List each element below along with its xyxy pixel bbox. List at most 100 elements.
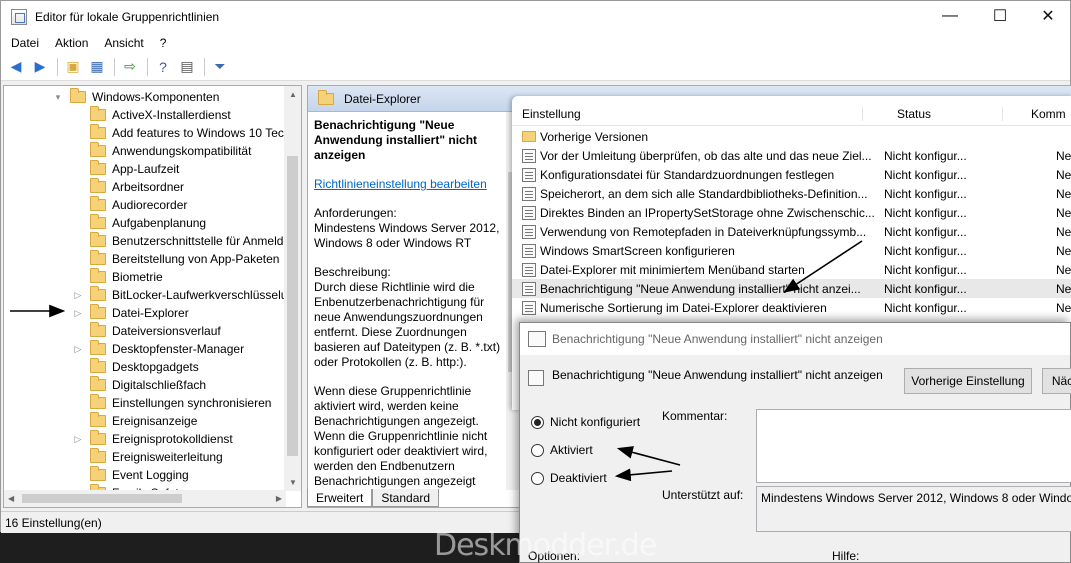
list-item[interactable]: Benachrichtigung "Neue Anwendung install… (512, 279, 1071, 298)
close-button[interactable]: ✕ (1025, 1, 1071, 31)
app-icon (11, 9, 27, 25)
scroll-thumb[interactable] (22, 494, 182, 503)
list-item[interactable]: Direktes Binden an IPropertySetStorage o… (512, 203, 1071, 222)
expander-icon[interactable]: ▷ (72, 344, 84, 355)
list-item[interactable]: Verwendung von Remotepfaden in Dateiverk… (512, 222, 1071, 241)
tree-node[interactable]: Ereignisweiterleitung (72, 448, 223, 466)
tree-horizontal-scrollbar[interactable]: ◀ ▶ (4, 490, 286, 507)
window-title: Editor für lokale Gruppenrichtlinien (35, 10, 220, 24)
minimize-button[interactable]: — (927, 1, 973, 31)
tree-node[interactable]: Benutzerschnittstelle für Anmelde (72, 232, 290, 250)
expander-icon[interactable]: ▾ (52, 92, 64, 103)
tree-node-label: ActiveX-Installerdienst (112, 108, 231, 122)
radio-enabled[interactable]: Aktiviert (531, 443, 593, 457)
setting-comment: Ne (1056, 300, 1071, 315)
list-item[interactable]: Datei-Explorer mit minimiertem Menüband … (512, 260, 1071, 279)
tree-node[interactable]: ▷ Datei-Explorer (72, 304, 189, 322)
tree-node[interactable]: Ereignisanzeige (72, 412, 197, 430)
setting-name: Numerische Sortierung im Datei-Explorer … (540, 300, 827, 315)
column-setting[interactable]: Einstellung (512, 107, 862, 121)
expander-icon[interactable]: ▷ (72, 308, 84, 319)
radio-not-configured[interactable]: Nicht konfiguriert (531, 415, 640, 429)
menu-aktion[interactable]: Aktion (49, 36, 94, 50)
properties-icon[interactable]: ▤ (176, 56, 198, 78)
help-icon[interactable]: ? (152, 56, 174, 78)
tree-node[interactable]: Event Logging (72, 466, 189, 484)
list-item[interactable]: Speicherort, an dem sich alle Standardbi… (512, 184, 1071, 203)
tree-node[interactable]: Einstellungen synchronisieren (72, 394, 271, 412)
radio-disabled[interactable]: Deaktiviert (531, 471, 607, 485)
list-item[interactable]: Vorherige Versionen (512, 127, 1071, 146)
tree-vertical-scrollbar[interactable]: ▲ ▼ (284, 86, 301, 491)
requirements-text: Mindestens Windows Server 2012, Windows … (314, 221, 500, 250)
setting-comment: Ne (1056, 167, 1071, 182)
tab-standard[interactable]: Standard (372, 489, 440, 507)
tree-node-label: Ereignisweiterleitung (112, 450, 223, 464)
tree-node[interactable]: Biometrie (72, 268, 163, 286)
radio-circle[interactable] (531, 471, 544, 485)
expander-icon[interactable]: ▷ (72, 290, 84, 301)
tree-node[interactable]: Arbeitsordner (72, 178, 184, 196)
tree-node[interactable]: Aufgabenplanung (72, 214, 206, 232)
description-text-2: Wenn diese Gruppenrichtlinie aktiviert w… (314, 384, 488, 488)
scroll-thumb[interactable] (287, 156, 298, 456)
policy-setting-icon (522, 148, 536, 163)
next-setting-button[interactable]: Näc (1042, 368, 1071, 394)
column-status[interactable]: Status (862, 107, 1002, 121)
folder-icon (90, 322, 106, 337)
tree-node[interactable]: Audiorecorder (72, 196, 187, 214)
column-comment[interactable]: Komm (1002, 107, 1066, 121)
toolbar-separator (114, 57, 115, 76)
tree-node[interactable]: ▷ Ereignisprotokolldienst (72, 430, 233, 448)
tree-node[interactable]: App-Laufzeit (72, 160, 179, 178)
show-hide-tree-icon[interactable]: ▦ (86, 56, 108, 78)
tree-node[interactable]: ActiveX-Installerdienst (72, 106, 231, 124)
tree-node[interactable]: Desktopgadgets (72, 358, 199, 376)
watermark: Deskmodder.de (434, 528, 657, 563)
edit-policy-link[interactable]: Richtlinieneinstellung bearbeiten (314, 177, 487, 191)
folder-icon (90, 430, 106, 445)
setting-name: Datei-Explorer mit minimiertem Menüband … (540, 262, 805, 277)
tree-node[interactable]: ▾ Windows-Komponenten (52, 88, 219, 106)
menu-datei[interactable]: Datei (5, 36, 45, 50)
back-icon[interactable]: ◀ (5, 56, 27, 78)
tree-node-label: Einstellungen synchronisieren (112, 396, 272, 410)
filter-icon[interactable]: ⏷ (209, 56, 231, 78)
tree-node[interactable]: Add features to Windows 10 Techn (72, 124, 297, 142)
folder-icon (90, 394, 106, 409)
tree-node[interactable]: Digitalschließfach (72, 376, 206, 394)
maximize-button[interactable]: ☐ (977, 1, 1023, 31)
setting-name: Vor der Umleitung überprüfen, ob das alt… (540, 148, 872, 163)
radio-circle[interactable] (531, 415, 544, 429)
folder-icon (90, 358, 106, 373)
comment-textbox[interactable] (756, 409, 1071, 483)
policy-icon (528, 370, 544, 386)
expander-icon[interactable]: ▷ (72, 434, 84, 445)
list-item[interactable]: Numerische Sortierung im Datei-Explorer … (512, 298, 1071, 317)
scroll-right-icon[interactable]: ▶ (276, 494, 282, 503)
previous-setting-button[interactable]: Vorherige Einstellung (904, 368, 1032, 394)
list-item[interactable]: Windows SmartScreen konfigurieren Nicht k… (512, 241, 1071, 260)
export-list-icon[interactable]: ⇨ (119, 56, 141, 78)
menu-bar: Datei Aktion Ansicht ? (1, 33, 1070, 53)
list-item[interactable]: Konfigurationsdatei für Standardzuordnun… (512, 165, 1071, 184)
tab-extended[interactable]: Erweitert (307, 489, 373, 507)
scroll-left-icon[interactable]: ◀ (8, 494, 14, 503)
forward-icon[interactable]: ▶ (29, 56, 51, 78)
scroll-down-icon[interactable]: ▼ (289, 478, 297, 487)
menu-help[interactable]: ? (154, 36, 173, 50)
radio-circle[interactable] (531, 443, 544, 457)
tree-pane[interactable]: ▾ Windows-Komponenten ActiveX-Installerdie… (3, 85, 302, 508)
tree-node[interactable]: Anwendungskompatibilität (72, 142, 251, 160)
up-folder-icon[interactable]: ▣ (62, 56, 84, 78)
tree-node[interactable]: ▷ Desktopfenster-Manager (72, 340, 244, 358)
tree-node-label: Desktopgadgets (112, 360, 199, 374)
tree-node[interactable]: Bereitstellung von App-Paketen (72, 250, 279, 268)
tree-node-label: BitLocker-Laufwerkverschlüsselun (112, 288, 295, 302)
tree-node[interactable]: ▷ BitLocker-Laufwerkverschlüsselun (72, 286, 294, 304)
setting-comment: Ne (1056, 243, 1071, 258)
list-item[interactable]: Vor der Umleitung überprüfen, ob das alt… (512, 146, 1071, 165)
scroll-up-icon[interactable]: ▲ (289, 90, 297, 99)
tree-node[interactable]: Dateiversionsverlauf (72, 322, 221, 340)
menu-ansicht[interactable]: Ansicht (98, 36, 149, 50)
